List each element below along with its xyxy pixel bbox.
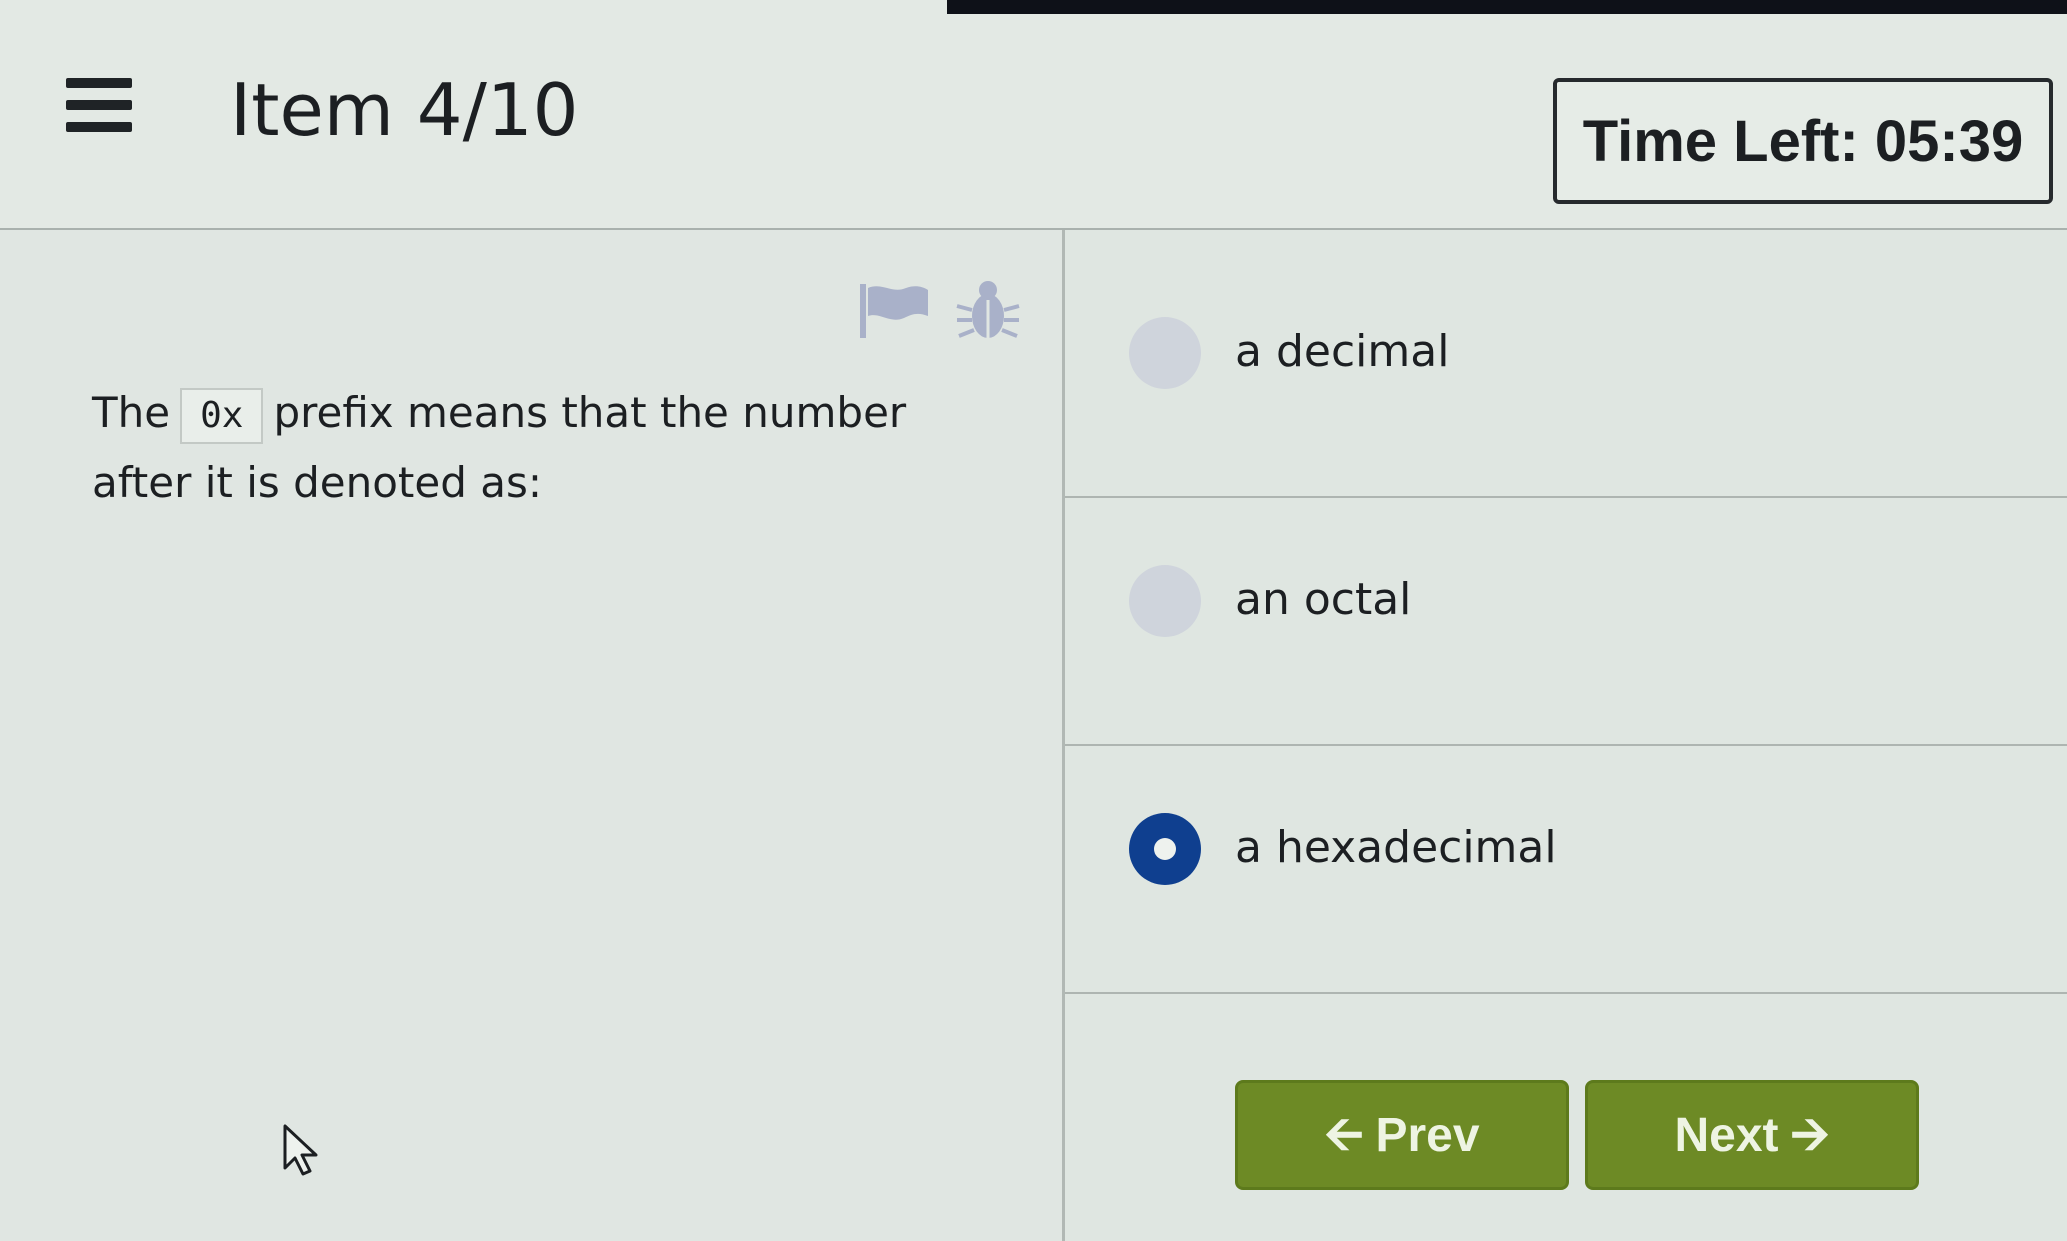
timer-box: Time Left: 05:39 — [1553, 78, 2053, 204]
flag-icon[interactable] — [858, 282, 930, 338]
code-snippet: 0x — [180, 387, 264, 444]
bug-icon[interactable] — [955, 278, 1021, 342]
question-text: The 0x prefix means that the number after … — [92, 378, 932, 518]
option-label-hexadecimal: a hexadecimal — [1235, 822, 1557, 873]
timer-value: 05:39 — [1874, 108, 2024, 174]
menu-icon[interactable] — [66, 78, 132, 134]
option-label-octal: an octal — [1235, 574, 1412, 625]
radio-decimal[interactable] — [1129, 317, 1201, 389]
prev-label: Prev — [1375, 1108, 1480, 1162]
option-label-decimal: a decimal — [1235, 326, 1450, 377]
timer-label: Time Left: — [1582, 108, 1859, 174]
answer-options: a decimal an octal a hexadecimal — [1065, 250, 2067, 994]
option-octal[interactable]: an octal — [1065, 498, 2067, 746]
window-top-strip — [947, 0, 2067, 14]
radio-hexadecimal[interactable] — [1129, 813, 1201, 885]
next-label: Next — [1674, 1108, 1779, 1162]
mouse-pointer-icon — [283, 1124, 318, 1176]
next-button[interactable]: Next 🡪 — [1585, 1080, 1919, 1190]
option-hexadecimal[interactable]: a hexadecimal — [1065, 746, 2067, 994]
arrow-right-icon: 🡪 — [1790, 1108, 1830, 1161]
question-text-before: The — [92, 388, 171, 437]
header-bar: Item 4/10 Time Left: 05:39 — [0, 0, 2067, 230]
prev-button[interactable]: 🡨 Prev — [1235, 1080, 1569, 1190]
item-counter: Item 4/10 — [230, 68, 579, 152]
option-decimal[interactable]: a decimal — [1065, 250, 2067, 498]
radio-octal[interactable] — [1129, 565, 1201, 637]
arrow-left-icon: 🡨 — [1324, 1108, 1364, 1161]
